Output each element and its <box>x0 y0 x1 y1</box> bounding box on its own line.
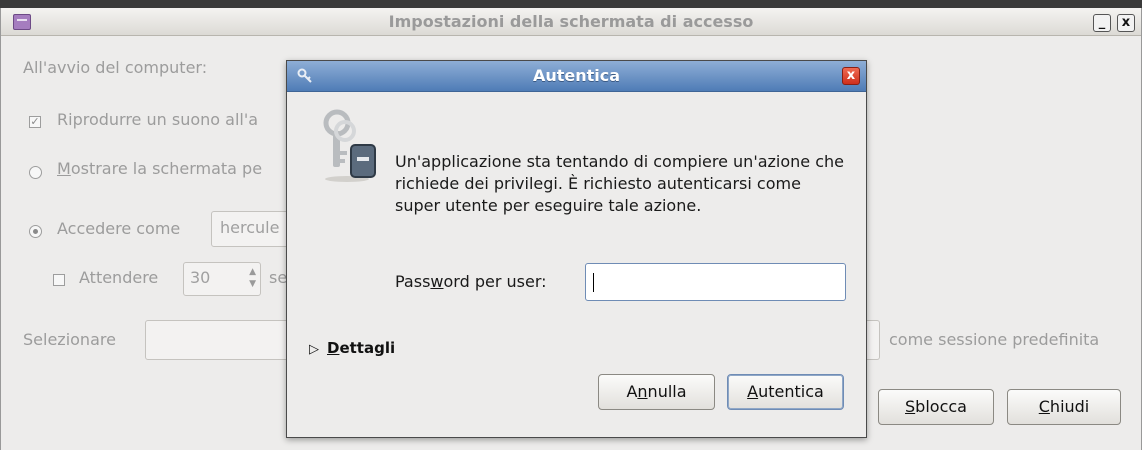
window-close-button[interactable]: x <box>1117 14 1135 32</box>
session-combo-left[interactable] <box>145 320 289 360</box>
unlock-label-rest: blocca <box>915 397 967 416</box>
dialog-close-button[interactable]: x <box>842 67 860 85</box>
authenticate-dialog: Autentica x Un'applicazione sta tentando… <box>286 60 867 438</box>
text-caret <box>593 273 594 292</box>
password-mnemonic: w <box>430 272 444 291</box>
cancel-mnemonic: n <box>637 382 648 401</box>
password-label: Password per user: <box>395 272 547 291</box>
details-mnemonic: D <box>327 339 340 357</box>
cancel-button[interactable]: Annulla <box>598 374 715 410</box>
show-screen-label-rest: ostrare la schermata pe <box>70 159 263 178</box>
show-screen-radio[interactable] <box>29 166 42 179</box>
spinner-arrows-icon[interactable]: ▲ ▼ <box>249 266 256 290</box>
window-title: Impostazioni della schermata di accesso <box>388 12 754 31</box>
wait-seconds-value: 30 <box>190 268 211 287</box>
unlock-button[interactable]: Sblocca <box>878 389 994 425</box>
login-as-label: Accedere come <box>57 219 181 238</box>
session-suffix-label: come sessione predefinita <box>889 330 1100 349</box>
authentication-keys-icon <box>323 109 376 182</box>
minimize-button[interactable]: _ <box>1093 14 1111 32</box>
details-label-rest: ettagli <box>339 339 396 357</box>
play-sound-checkbox[interactable]: ✓ <box>29 116 41 128</box>
show-screen-mnemonic: M <box>57 159 71 178</box>
wait-checkbox[interactable] <box>53 274 65 286</box>
details-expander[interactable]: ▷ Dettagli <box>309 339 395 357</box>
play-sound-label: Riprodurre un suono all'a <box>57 110 259 129</box>
close-label-rest: hiudi <box>1049 397 1090 416</box>
show-screen-label: Mostrare la schermata pe <box>57 159 262 178</box>
dialog-message: Un'applicazione sta tentando di compiere… <box>395 152 844 215</box>
close-mnemonic: C <box>1038 397 1050 416</box>
authenticate-mnemonic: A <box>747 382 759 401</box>
expander-arrow-icon: ▷ <box>309 342 319 357</box>
close-button[interactable]: Chiudi <box>1007 389 1121 425</box>
unlock-mnemonic: S <box>905 397 916 416</box>
password-input[interactable] <box>585 263 846 301</box>
wait-label: Attendere <box>79 268 159 287</box>
startup-label: All'avvio del computer: <box>23 58 208 77</box>
dialog-titlebar[interactable]: Autentica x <box>287 61 866 92</box>
window-titlebar[interactable]: Impostazioni della schermata di accesso … <box>1 8 1141 36</box>
wait-seconds-spinner[interactable]: 30 ▲ ▼ <box>183 262 261 296</box>
authenticate-button[interactable]: Autentica <box>727 374 844 410</box>
select-label: Selezionare <box>23 330 116 349</box>
login-as-radio[interactable] <box>29 225 42 238</box>
dialog-title: Autentica <box>532 66 621 85</box>
wait-suffix-label: se <box>269 268 288 287</box>
